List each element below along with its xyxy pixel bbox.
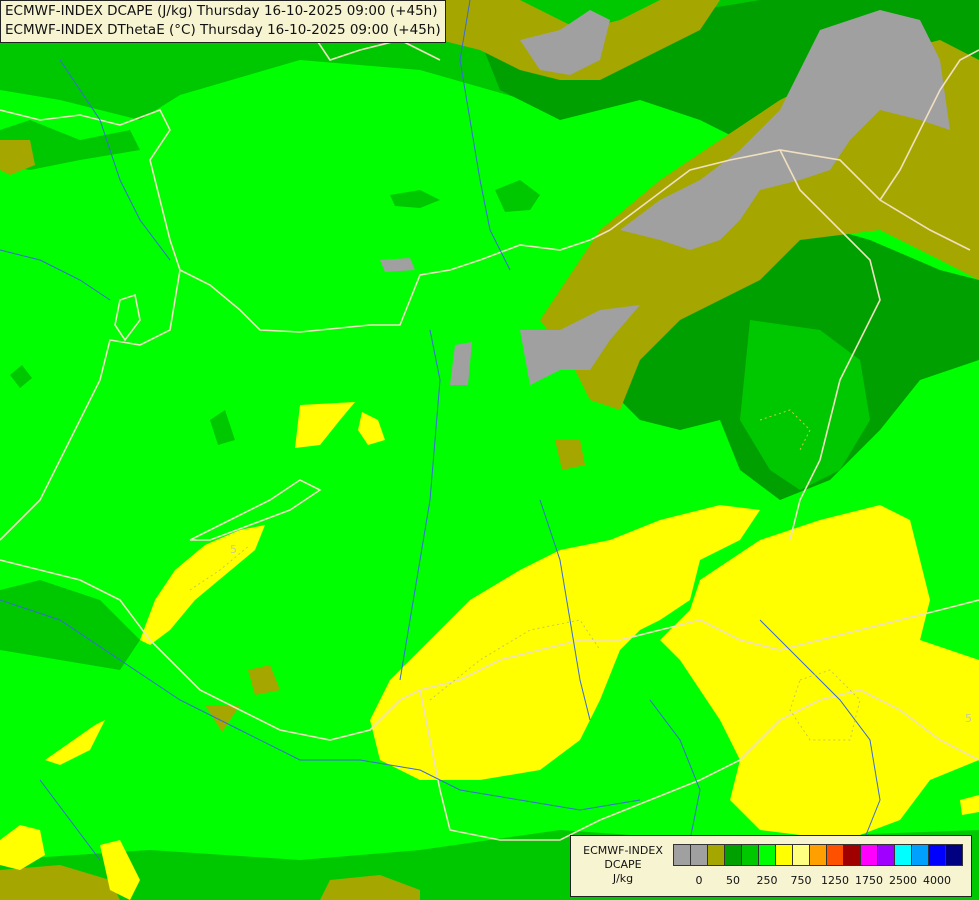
- legend-tick-label: 1250: [821, 874, 849, 887]
- grey-small-box: [380, 258, 415, 272]
- legend-swatch: [945, 844, 963, 866]
- title-line-dthetae: ECMWF-INDEX DThetaE (°C) Thursday 16-10-…: [5, 22, 441, 38]
- legend-ticks: 0 50 250 750 1250 1750 2500 4000: [673, 874, 969, 888]
- legend-title: ECMWF-INDEX DCAPE J/kg: [575, 844, 671, 886]
- legend-tick-label: 750: [790, 874, 812, 887]
- legend-tick-label: 50: [726, 874, 740, 887]
- map-viewport[interactable]: 5 5 ECMWF-INDEX DCAPE (J/kg) Thursday 16…: [0, 0, 979, 900]
- legend-tick-label: 0: [695, 874, 703, 887]
- legend-tick-label: 1750: [855, 874, 883, 887]
- legend-swatch: [843, 844, 861, 866]
- legend-swatch: [724, 844, 742, 866]
- legend-swatch: [690, 844, 708, 866]
- legend-swatch: [792, 844, 810, 866]
- legend-unit: J/kg: [612, 872, 634, 885]
- legend-swatch: [809, 844, 827, 866]
- legend-tick-label: 4000: [923, 874, 951, 887]
- legend-swatch: [894, 844, 912, 866]
- legend-swatch: [758, 844, 776, 866]
- map-title-box: ECMWF-INDEX DCAPE (J/kg) Thursday 16-10-…: [0, 0, 446, 43]
- legend-title-line1: ECMWF-INDEX: [583, 844, 663, 857]
- legend-swatch: [741, 844, 759, 866]
- dcape-map: 5 5: [0, 0, 979, 900]
- legend-swatch: [673, 844, 691, 866]
- legend-swatch: [707, 844, 725, 866]
- contour-label: 5: [230, 543, 237, 556]
- legend-swatch: [928, 844, 946, 866]
- legend-swatch: [775, 844, 793, 866]
- contour-label: 5: [965, 712, 972, 725]
- legend: ECMWF-INDEX DCAPE J/kg 0 50 250 750 1250 1750…: [570, 835, 972, 897]
- legend-swatch: [911, 844, 929, 866]
- legend-swatches: [673, 844, 963, 866]
- legend-swatch: [877, 844, 895, 866]
- legend-swatch: [860, 844, 878, 866]
- legend-tick-label: 2500: [889, 874, 917, 887]
- legend-swatch: [826, 844, 844, 866]
- legend-tick-label: 250: [756, 874, 778, 887]
- legend-title-line2: DCAPE: [604, 858, 642, 871]
- title-line-dcape: ECMWF-INDEX DCAPE (J/kg) Thursday 16-10-…: [5, 3, 438, 19]
